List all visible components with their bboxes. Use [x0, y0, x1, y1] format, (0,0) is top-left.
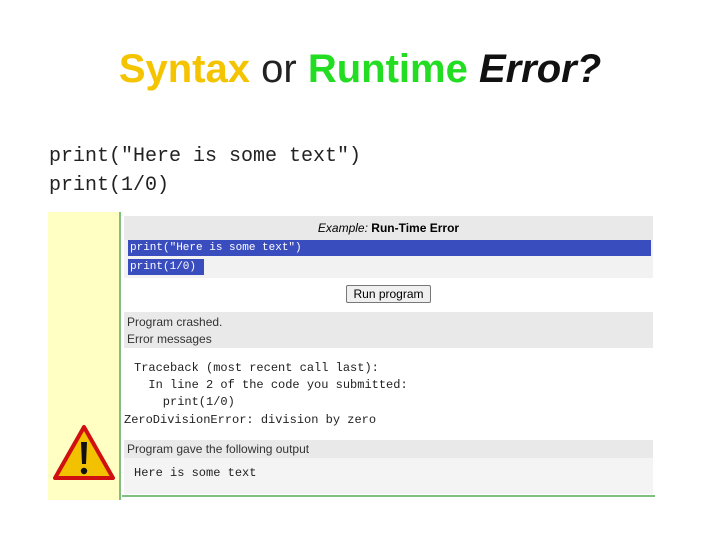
- slide-code-line-1: print("Here is some text"): [49, 145, 362, 168]
- status-panel: Program crashed. Error messages: [124, 312, 653, 348]
- output-text: Here is some text: [134, 466, 257, 480]
- traceback-panel: Traceback (most recent call last): In li…: [124, 348, 653, 436]
- title-or: or: [261, 47, 297, 91]
- bottom-divider: [122, 495, 655, 497]
- traceback-line-2: In line 2 of the code you submitted:: [134, 378, 408, 392]
- code-editor-line-2[interactable]: print(1/0): [128, 259, 204, 275]
- warning-icon: [53, 425, 115, 480]
- example-header: Example: Run-Time Error: [124, 216, 653, 240]
- embedded-screenshot: Example: Run-Time Error print("Here is s…: [48, 212, 655, 500]
- traceback-line-3: print(1/0): [134, 395, 235, 409]
- output-panel: Here is some text: [124, 458, 653, 494]
- slide-title: Syntax or Runtime Error?: [0, 44, 720, 94]
- code-editor-line-1[interactable]: print("Here is some text"): [128, 240, 651, 256]
- title-runtime: Runtime: [307, 47, 468, 91]
- status-crashed: Program crashed.: [127, 315, 223, 329]
- traceback-line-1: Traceback (most recent call last):: [134, 361, 379, 375]
- title-syntax: Syntax: [118, 47, 250, 91]
- run-program-button[interactable]: Run program: [346, 285, 431, 303]
- output-label: Program gave the following output: [124, 440, 653, 458]
- traceback-line-4: ZeroDivisionError: division by zero: [124, 413, 377, 427]
- slide-code-line-2: print(1/0): [49, 174, 170, 197]
- example-label: Example:: [317, 221, 368, 235]
- status-error-messages: Error messages: [127, 332, 212, 346]
- run-row: Run program: [124, 280, 653, 306]
- code-editor[interactable]: print("Here is some text") print(1/0): [124, 240, 653, 278]
- title-error: Error?: [478, 47, 602, 91]
- example-title: Run-Time Error: [371, 221, 460, 235]
